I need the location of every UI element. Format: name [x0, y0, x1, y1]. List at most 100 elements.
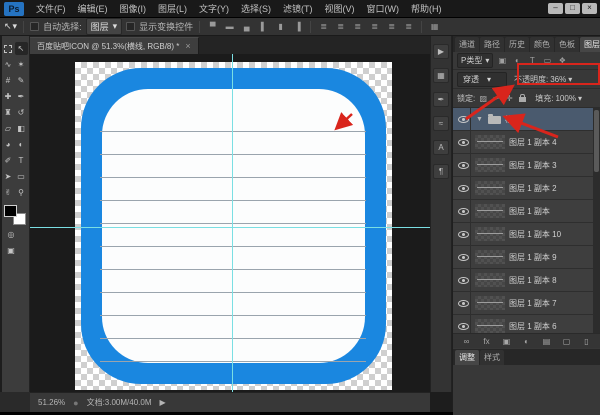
brush-presets-panel-icon[interactable]: ≈ [433, 116, 449, 131]
history-panel-icon[interactable]: ▦ [433, 68, 449, 83]
zoom-level-field[interactable]: 51.26% [38, 398, 65, 407]
quick-mask-button[interactable]: ◎ [4, 228, 18, 240]
vertical-guide[interactable] [232, 54, 233, 392]
tool-preset-picker[interactable]: ↖ ▾ [4, 21, 17, 32]
layer-group-row[interactable]: ▼ 横线 [453, 108, 600, 131]
foreground-color-swatch[interactable] [3, 205, 17, 217]
distribute-top-icon[interactable]: ≣ [317, 22, 330, 31]
visibility-toggle[interactable] [456, 223, 471, 245]
layer-row[interactable]: 图层 1 副本 10 [453, 223, 600, 246]
align-left-icon[interactable]: ▌ [257, 22, 270, 31]
filter-kind-dropdown[interactable]: P类型 ▾ [457, 53, 494, 68]
visibility-toggle[interactable] [456, 269, 471, 291]
distribute-vcenter-icon[interactable]: ≣ [334, 22, 347, 31]
brush-tool[interactable]: ✒ [15, 90, 28, 103]
layer-row[interactable]: 图层 1 副本 9 [453, 246, 600, 269]
fill-control[interactable]: 填充: 100% ▾ [535, 93, 582, 104]
character-panel-icon[interactable]: A [433, 140, 449, 155]
magic-wand-tool[interactable]: ✶ [15, 58, 28, 71]
menu-edit[interactable]: 编辑(E) [72, 2, 114, 15]
layer-row[interactable]: 图层 1 副本 8 [453, 269, 600, 292]
history-brush-tool[interactable]: ↺ [15, 106, 28, 119]
layer-row[interactable]: 图层 1 副本 3 [453, 154, 600, 177]
align-vcenter-icon[interactable]: ▬ [223, 22, 236, 31]
auto-select-target-dropdown[interactable]: 图层 ▾ [85, 18, 123, 35]
filter-smart-objects-icon[interactable]: ❖ [556, 56, 568, 65]
menu-select[interactable]: 选择(S) [235, 2, 277, 15]
distribute-right-icon[interactable]: ≣ [402, 22, 415, 31]
blur-tool[interactable]: ◕ [2, 138, 15, 151]
menu-image[interactable]: 图像(I) [114, 2, 153, 15]
eraser-tool[interactable]: ▱ [2, 122, 15, 135]
crop-tool[interactable]: # [2, 74, 15, 87]
menu-file[interactable]: 文件(F) [30, 2, 72, 15]
distribute-hcenter-icon[interactable]: ≣ [385, 22, 398, 31]
align-hcenter-icon[interactable]: ▮ [274, 22, 287, 31]
status-arrow-icon[interactable]: ▶ [160, 398, 166, 407]
filter-type-layers-icon[interactable]: T [526, 56, 538, 65]
document-canvas[interactable] [75, 62, 392, 390]
distribute-left-icon[interactable]: ≣ [368, 22, 381, 31]
align-right-icon[interactable]: ▐ [291, 22, 304, 31]
menu-layer[interactable]: 图层(L) [152, 2, 193, 15]
tab-channels[interactable]: 通道 [455, 37, 479, 52]
eyedropper-tool[interactable]: ✎ [15, 74, 28, 87]
pen-tool[interactable]: ✐ [2, 154, 15, 167]
rectangular-marquee-tool[interactable] [2, 42, 15, 55]
path-selection-tool[interactable]: ➤ [2, 170, 15, 183]
show-transform-checkbox[interactable] [126, 22, 136, 31]
horizontal-guide[interactable] [30, 227, 430, 228]
distribute-bottom-icon[interactable]: ≣ [351, 22, 364, 31]
layer-row[interactable]: 图层 1 副本 [453, 200, 600, 223]
layer-effects-icon[interactable]: fx [481, 337, 493, 346]
visibility-toggle[interactable] [456, 292, 471, 314]
minimize-button[interactable]: – [548, 3, 563, 14]
layer-row[interactable]: 图层 1 副本 2 [453, 177, 600, 200]
menu-help[interactable]: 帮助(H) [405, 2, 448, 15]
auto-select-checkbox[interactable] [30, 22, 40, 31]
tab-styles[interactable]: 样式 [480, 350, 504, 365]
hand-tool[interactable]: ✌ [2, 186, 15, 199]
menu-filter[interactable]: 滤镜(T) [277, 2, 319, 15]
menu-type[interactable]: 文字(Y) [193, 2, 235, 15]
gradient-tool[interactable]: ◧ [15, 122, 28, 135]
link-layers-icon[interactable]: ∞ [461, 337, 473, 346]
canvas-viewport[interactable] [30, 54, 430, 392]
layer-row[interactable]: 图层 1 副本 6 [453, 315, 600, 333]
lock-position-icon[interactable]: ✛ [504, 94, 514, 103]
lock-transparent-pixels-icon[interactable]: ▨ [478, 94, 488, 103]
visibility-toggle[interactable] [456, 131, 471, 153]
shape-tool[interactable]: ▭ [15, 170, 28, 183]
layer-row[interactable]: 图层 1 副本 4 [453, 131, 600, 154]
tab-history[interactable]: 历史 [505, 37, 529, 52]
new-adjustment-layer-icon[interactable]: ◐ [521, 337, 533, 346]
visibility-toggle[interactable] [456, 108, 471, 130]
tab-close-icon[interactable]: × [185, 41, 190, 51]
delete-layer-icon[interactable]: ▯ [581, 337, 593, 346]
align-top-icon[interactable]: ▀ [206, 22, 219, 31]
maximize-button[interactable]: □ [565, 3, 580, 14]
lock-image-pixels-icon[interactable]: ✒ [491, 94, 501, 103]
lasso-tool[interactable]: ∿ [2, 58, 15, 71]
group-expand-icon[interactable]: ▼ [475, 116, 484, 123]
menu-view[interactable]: 视图(V) [319, 2, 361, 15]
screen-mode-button[interactable]: ▣ [4, 244, 18, 256]
filter-pixel-layers-icon[interactable]: ▣ [496, 56, 508, 65]
auto-align-icon[interactable]: ▦ [428, 22, 441, 31]
lock-all-icon[interactable] [519, 94, 527, 102]
healing-brush-tool[interactable]: ✚ [2, 90, 15, 103]
filter-adjustment-layers-icon[interactable]: ◐ [511, 56, 523, 65]
add-layer-mask-icon[interactable]: ▣ [501, 337, 513, 346]
tab-adjustments[interactable]: 调整 [455, 350, 479, 365]
visibility-toggle[interactable] [456, 315, 471, 333]
align-bottom-icon[interactable]: ▄ [240, 22, 253, 31]
new-group-icon[interactable]: ▤ [541, 337, 553, 346]
tab-color[interactable]: 颜色 [530, 37, 554, 52]
type-tool[interactable]: T [15, 154, 28, 167]
actions-panel-icon[interactable]: ▶ [433, 44, 449, 59]
visibility-toggle[interactable] [456, 246, 471, 268]
scrollbar-thumb[interactable] [594, 110, 599, 172]
visibility-toggle[interactable] [456, 177, 471, 199]
filter-shape-layers-icon[interactable]: ▭ [541, 56, 553, 65]
visibility-toggle[interactable] [456, 154, 471, 176]
